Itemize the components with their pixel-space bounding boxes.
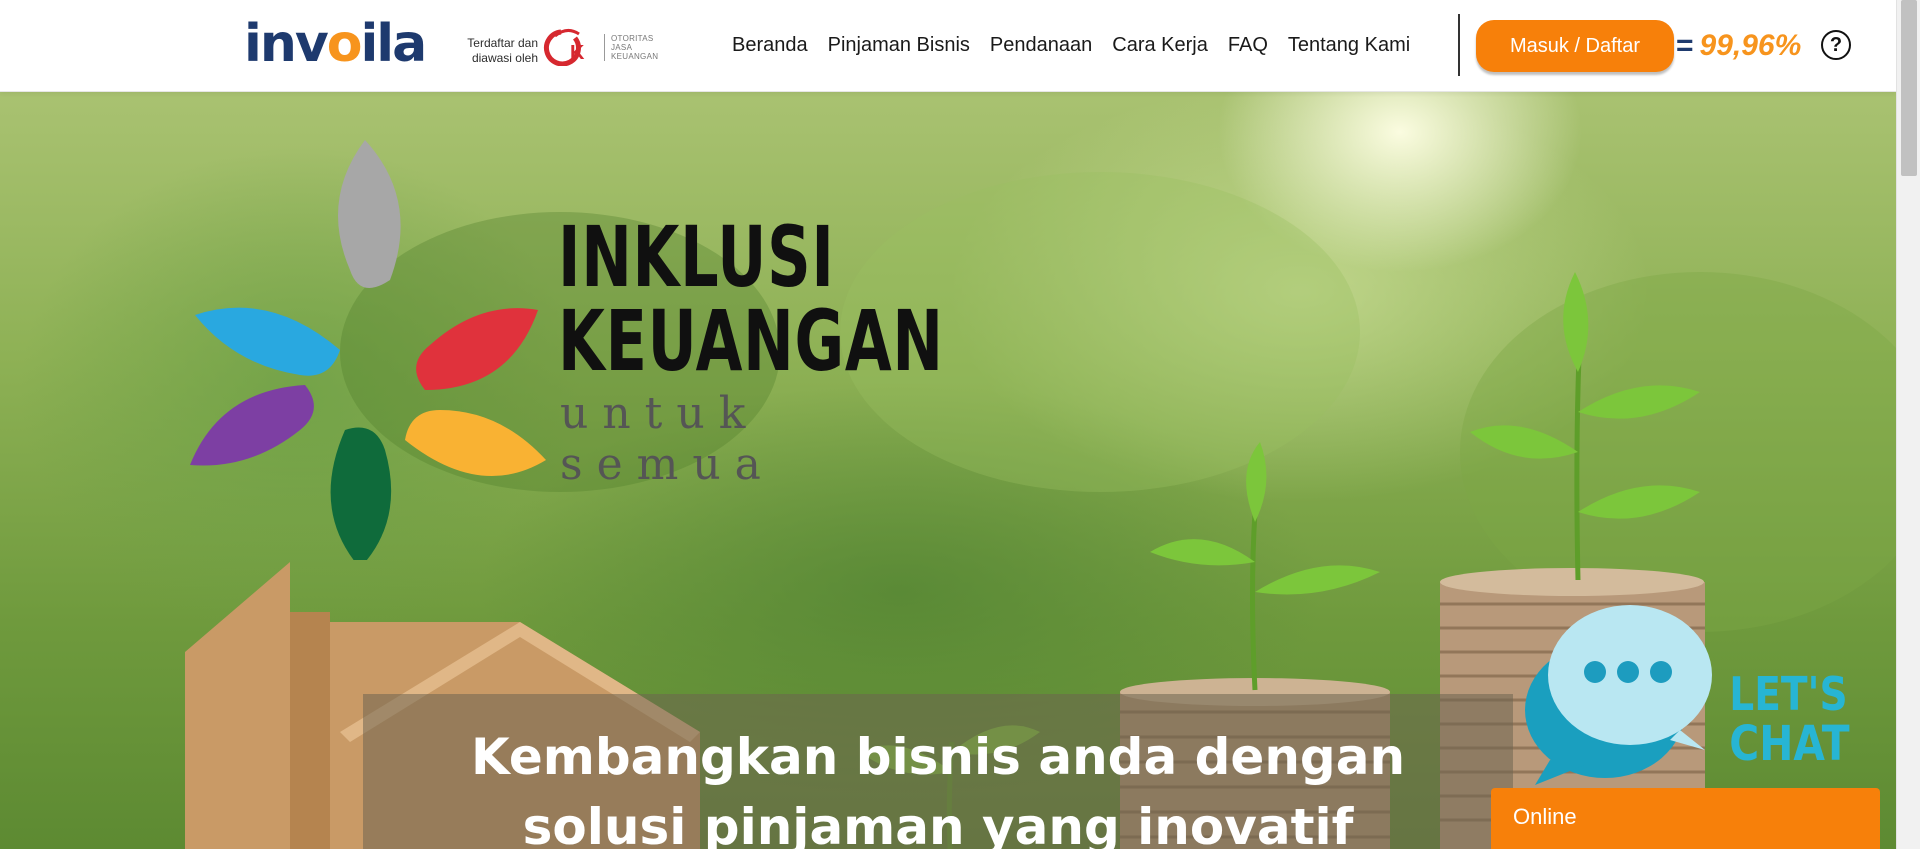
nav-faq[interactable]: FAQ <box>1218 29 1278 61</box>
nav-tentang-kami[interactable]: Tentang Kami <box>1278 29 1420 61</box>
repayment-rate: = 99,96% <box>1676 26 1801 66</box>
ojk-name-text: OTORITAS JASA KEUANGAN <box>604 34 658 61</box>
slogan-line2: solusi pinjaman yang inovatif <box>522 798 1354 849</box>
nav-beranda[interactable]: Beranda <box>732 29 818 61</box>
chat-chat-text: CHAT <box>1729 716 1850 772</box>
nav-pinjaman-bisnis[interactable]: Pinjaman Bisnis <box>818 29 980 61</box>
page-scrollbar[interactable] <box>1896 0 1920 849</box>
hero-slogan: Kembangkan bisnis anda dengan solusi pin… <box>363 722 1513 849</box>
svg-text:K: K <box>570 42 585 64</box>
ojk-name-line1: OTORITAS <box>611 34 654 43</box>
nav-divider <box>1458 14 1460 76</box>
ojk-name-line3: KEUANGAN <box>611 52 659 61</box>
ojk-registration: Terdaftar dan diawasi oleh K OTORITAS JA… <box>444 22 660 72</box>
inklusi-flower-logo <box>190 140 546 560</box>
ojk-registered-line1: Terdaftar dan <box>467 36 538 50</box>
nav-cara-kerja[interactable]: Cara Kerja <box>1102 29 1218 61</box>
ojk-logo: K <box>543 29 585 66</box>
inklusi-title-line2: KEUANGAN <box>558 292 944 390</box>
logo-text-1: inv <box>244 14 329 74</box>
help-icon[interactable]: ? <box>1821 30 1851 60</box>
site-header: invoila Terdaftar dan diawasi oleh K OTO… <box>0 0 1896 92</box>
ojk-registered-line2: diawasi oleh <box>471 51 538 65</box>
slogan-panel: Kembangkan bisnis anda dengan solusi pin… <box>363 694 1513 849</box>
inklusi-title-line1: INKLUSI <box>558 208 835 306</box>
chat-bubble-icon[interactable]: LET'S CHAT <box>1510 600 1860 785</box>
ojk-name-line2: JASA <box>611 43 633 52</box>
rate-equals: = <box>1676 29 1694 62</box>
nav-pendanaan[interactable]: Pendanaan <box>980 29 1102 61</box>
chat-online-bar[interactable]: Online <box>1491 788 1880 849</box>
inklusi-keuangan-logo: INKLUSI KEUANGAN untuk semua <box>190 120 950 560</box>
invoila-logo[interactable]: invoila <box>244 14 427 74</box>
inklusi-tagline: untuk semua <box>560 388 775 490</box>
login-register-button[interactable]: Masuk / Daftar <box>1476 20 1674 72</box>
main-nav: Beranda Pinjaman Bisnis Pendanaan Cara K… <box>732 29 1420 61</box>
logo-text-3: ila <box>360 14 427 74</box>
slogan-line1: Kembangkan bisnis anda dengan <box>470 728 1406 786</box>
chat-lets-text: LET'S <box>1729 668 1847 722</box>
rate-value: 99,96% <box>1699 29 1802 62</box>
ojk-registered-text: Terdaftar dan diawasi oleh <box>444 36 538 66</box>
logo-text-2: o <box>326 14 363 74</box>
scrollbar-thumb[interactable] <box>1901 0 1917 176</box>
